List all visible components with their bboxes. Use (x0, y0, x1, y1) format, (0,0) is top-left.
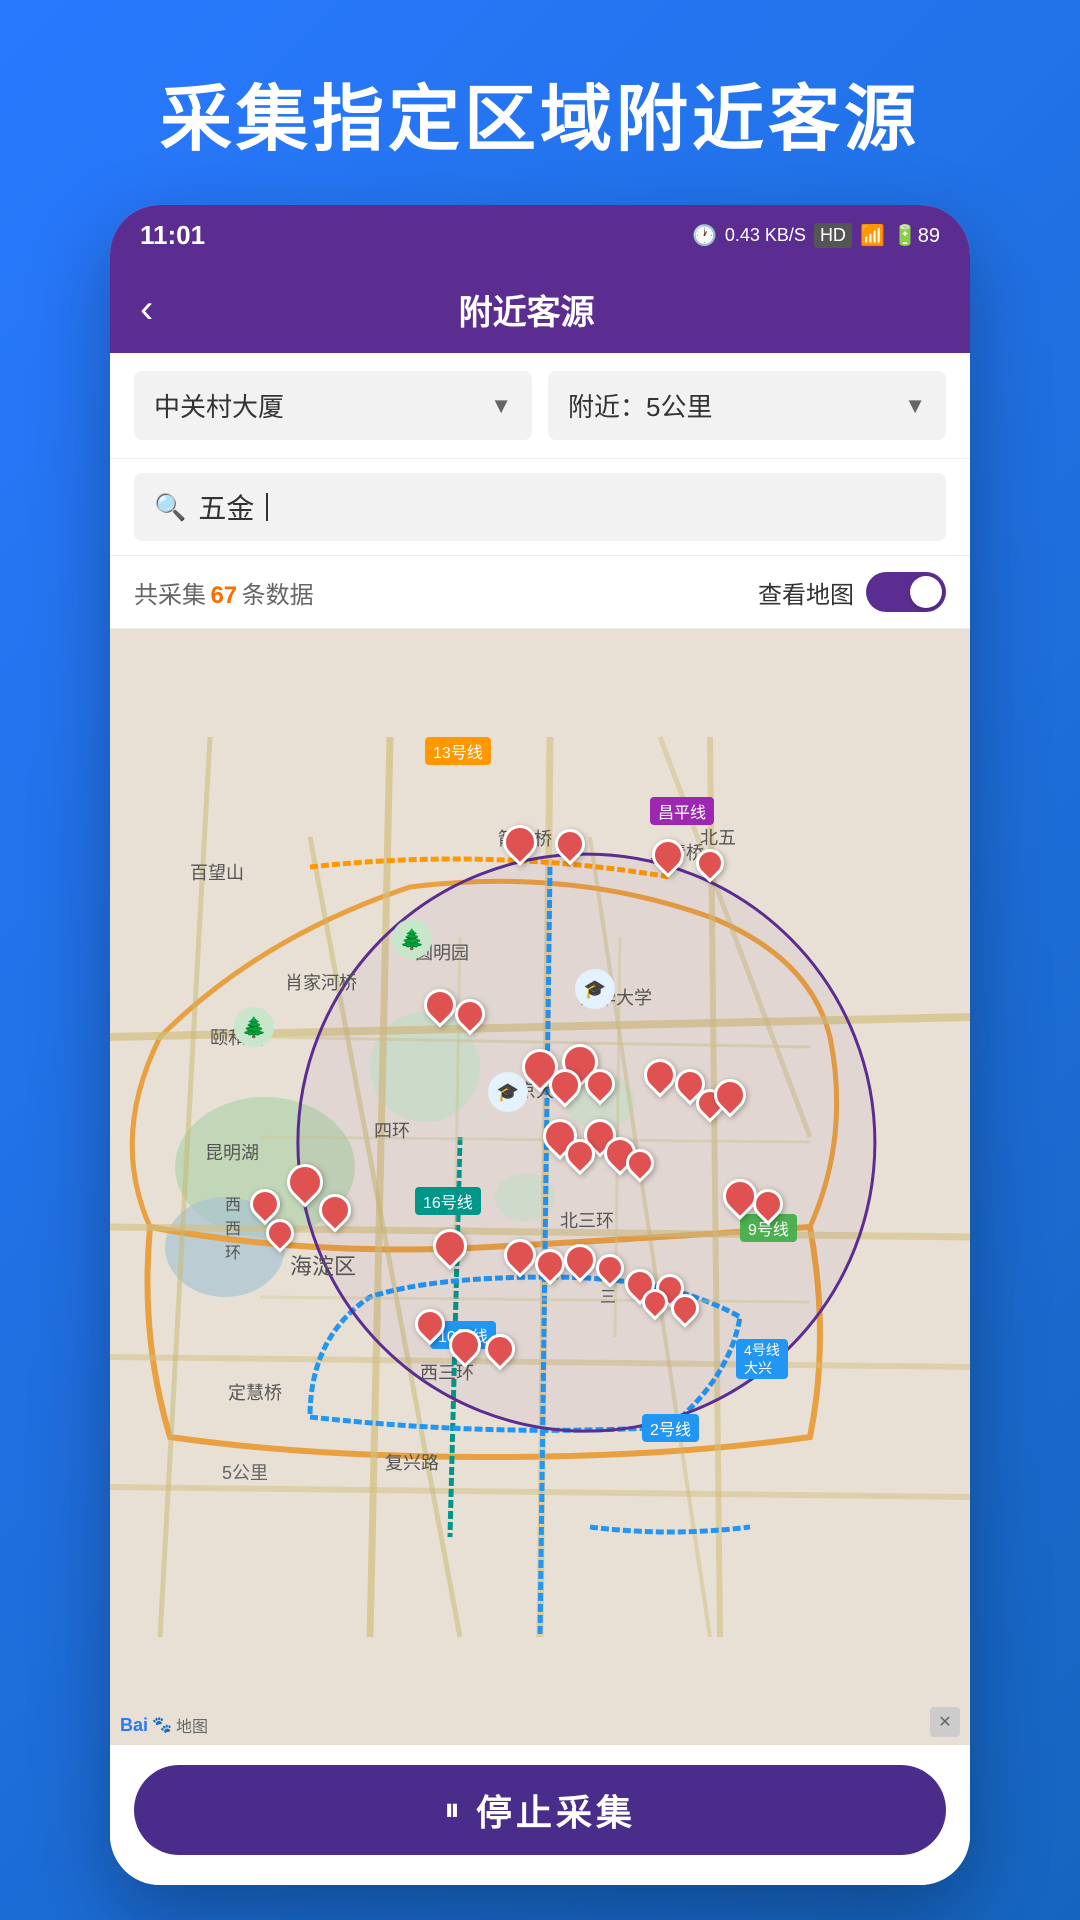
baidu-logo: Bai (120, 1715, 148, 1736)
pin-4 (696, 849, 724, 877)
stats-prefix: 共采集 (134, 582, 206, 609)
pin-28 (596, 1254, 624, 1282)
map-close-icon[interactable]: ✕ (930, 1707, 960, 1737)
range-value: 附近：5公里 (568, 387, 712, 424)
stats-row: 共采集 67 条数据 查看地图 (110, 556, 970, 629)
pin-9 (549, 1069, 581, 1101)
stop-btn-label: 停止采集 (476, 1784, 636, 1836)
metro-13: 13号线 (425, 737, 491, 765)
baidu-du: 🐾 (152, 1715, 172, 1735)
univ-icon-qinghua: 🎓 (575, 969, 615, 1009)
cursor (266, 493, 268, 521)
metro-changping: 昌平线 (650, 797, 714, 825)
filter-row: 中关村大厦 ▼ 附近：5公里 ▼ (110, 353, 970, 459)
range-arrow-icon: ▼ (904, 393, 926, 419)
search-row: 🔍 五金 (110, 459, 970, 556)
pin-1 (503, 825, 537, 859)
search-icon: 🔍 (154, 492, 186, 523)
location-arrow-icon: ▼ (490, 393, 512, 419)
toggle-knob (910, 576, 942, 608)
page-hero-title: 采集指定区域附近客源 (160, 60, 920, 165)
status-icons: 🕐 0.43 KB/S HD 📶 🔋89 (692, 223, 940, 248)
nav-bar: ‹ 附近客源 (110, 265, 970, 353)
pin-20 (287, 1164, 323, 1200)
search-input-wrap[interactable]: 🔍 五金 (134, 473, 946, 541)
status-time: 11:01 (140, 220, 205, 251)
pin-6 (455, 999, 485, 1029)
park-icon-yuanming: 🌲 (392, 919, 432, 959)
range-select[interactable]: 附近：5公里 ▼ (548, 371, 946, 440)
park-icon-yihe: 🌲 (234, 1007, 274, 1047)
map-toggle-wrap[interactable]: 查看地图 (758, 572, 946, 612)
status-bar: 11:01 🕐 0.43 KB/S HD 📶 🔋89 (110, 205, 970, 265)
pin-30 (449, 1329, 481, 1361)
pin-21 (319, 1194, 351, 1226)
battery-icon: 🔋89 (893, 223, 940, 248)
pin-24 (433, 1229, 467, 1263)
map-toggle-switch[interactable] (866, 572, 946, 612)
search-value: 五金 (198, 487, 254, 527)
bottom-bar: ⏸ 停止采集 (110, 1745, 970, 1885)
pin-2 (555, 829, 585, 859)
location-select[interactable]: 中关村大厦 ▼ (134, 371, 532, 440)
pin-26 (535, 1249, 565, 1279)
pin-3 (652, 839, 684, 871)
phone-frame: 11:01 🕐 0.43 KB/S HD 📶 🔋89 ‹ 附近客源 中关村大厦 … (110, 205, 970, 1885)
location-value: 中关村大厦 (154, 387, 284, 424)
network-icon: 📶 (860, 223, 885, 248)
clock-icon: 🕐 (692, 223, 717, 248)
map-container[interactable]: 百望山 肖家河桥 昆明湖 颐和园 海淀区 圆明园 清华大学 北京大学 北三环 四… (110, 629, 970, 1745)
pin-22 (250, 1189, 280, 1219)
speed-indicator: 0.43 KB/S (725, 225, 806, 246)
pin-14 (714, 1079, 746, 1111)
stats-info: 共采集 67 条数据 (134, 575, 314, 610)
nav-title: 附近客源 (173, 285, 880, 334)
pin-11 (644, 1059, 676, 1091)
pin-25 (504, 1239, 536, 1271)
pin-29 (415, 1309, 445, 1339)
back-button[interactable]: ‹ (140, 287, 153, 332)
stats-suffix: 条数据 (242, 582, 314, 609)
content-area: 中关村大厦 ▼ 附近：5公里 ▼ 🔍 五金 共采集 67 条数据 查看地图 (110, 353, 970, 1885)
pin-17 (565, 1139, 595, 1169)
baidu-watermark: Bai 🐾 地图 (120, 1713, 208, 1737)
stats-count: 67 (210, 582, 237, 609)
metro-4-daxing: 4号线大兴 (736, 1339, 788, 1379)
radius-label: 5公里 (222, 1459, 268, 1485)
pin-37 (671, 1294, 699, 1322)
pause-icon: ⏸ (444, 1791, 460, 1829)
pin-33 (753, 1189, 783, 1219)
map-toggle-label: 查看地图 (758, 575, 854, 610)
pin-27 (564, 1244, 596, 1276)
pin-10 (585, 1069, 615, 1099)
pin-36 (642, 1289, 668, 1315)
metro-2: 2号线 (642, 1414, 699, 1442)
stop-collect-button[interactable]: ⏸ 停止采集 (134, 1765, 946, 1855)
baidu-map: 地图 (176, 1713, 208, 1737)
pin-19 (626, 1149, 654, 1177)
hd-badge: HD (814, 223, 852, 248)
pin-31 (485, 1334, 515, 1364)
metro-16: 16号线 (415, 1187, 481, 1215)
pin-23 (266, 1219, 294, 1247)
pin-5 (424, 989, 456, 1021)
pin-32 (723, 1179, 757, 1213)
